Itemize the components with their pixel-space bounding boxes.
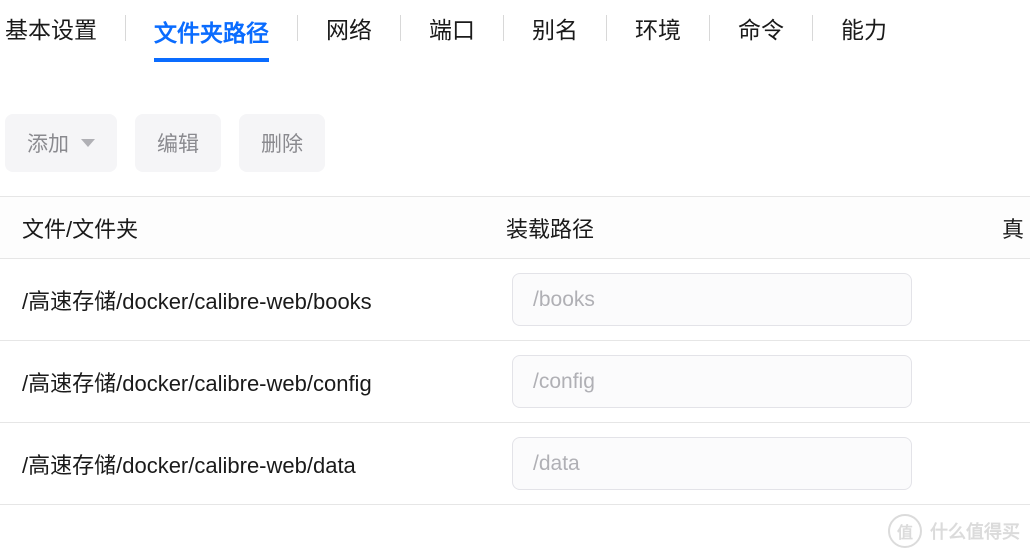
toolbar: 添加 编辑 删除: [0, 56, 1030, 196]
tab-separator: [400, 15, 401, 41]
tab-separator: [125, 15, 126, 41]
table-row[interactable]: /高速存储/docker/calibre-web/data: [0, 423, 1030, 505]
file-path: /高速存储/docker/calibre-web/data: [0, 448, 490, 480]
tab-basic[interactable]: 基本设置: [5, 5, 97, 51]
mount-table: 文件/文件夹 装载路径 真 /高速存储/docker/calibre-web/b…: [0, 196, 1030, 505]
tab-separator: [709, 15, 710, 41]
tab-separator: [812, 15, 813, 41]
tab-capability[interactable]: 能力: [841, 5, 887, 51]
mount-path-input[interactable]: [512, 437, 912, 490]
add-button-label: 添加: [27, 128, 69, 158]
table-row[interactable]: /高速存储/docker/calibre-web/books: [0, 259, 1030, 341]
chevron-down-icon: [81, 139, 95, 147]
mount-path-input[interactable]: [512, 355, 912, 408]
edit-button-label: 编辑: [157, 128, 199, 158]
table-row[interactable]: /高速存储/docker/calibre-web/config: [0, 341, 1030, 423]
mount-cell: [490, 355, 1030, 408]
edit-button[interactable]: 编辑: [135, 114, 221, 172]
tab-alias[interactable]: 别名: [532, 5, 578, 51]
col-header-real: 真: [980, 212, 1030, 244]
file-path: /高速存储/docker/calibre-web/books: [0, 284, 490, 316]
watermark-text: 什么值得买: [930, 518, 1020, 544]
mount-cell: [490, 437, 1030, 490]
tab-network[interactable]: 网络: [326, 5, 372, 51]
tab-separator: [606, 15, 607, 41]
col-header-file: 文件/文件夹: [0, 212, 490, 244]
tab-env[interactable]: 环境: [635, 5, 681, 51]
table-header: 文件/文件夹 装载路径 真: [0, 197, 1030, 259]
tab-command[interactable]: 命令: [738, 5, 784, 51]
tab-separator: [297, 15, 298, 41]
tab-bar: 基本设置 文件夹路径 网络 端口 别名 环境 命令 能力: [0, 0, 1030, 56]
tab-port[interactable]: 端口: [429, 5, 475, 51]
tab-separator: [503, 15, 504, 41]
tab-folder-path[interactable]: 文件夹路径: [154, 8, 269, 62]
col-header-mount: 装载路径: [490, 212, 980, 244]
add-button[interactable]: 添加: [5, 114, 117, 172]
file-path: /高速存储/docker/calibre-web/config: [0, 366, 490, 398]
delete-button-label: 删除: [261, 128, 303, 158]
watermark-badge-icon: 值: [888, 514, 922, 548]
watermark: 值 什么值得买: [888, 514, 1020, 548]
mount-cell: [490, 273, 1030, 326]
mount-path-input[interactable]: [512, 273, 912, 326]
delete-button[interactable]: 删除: [239, 114, 325, 172]
